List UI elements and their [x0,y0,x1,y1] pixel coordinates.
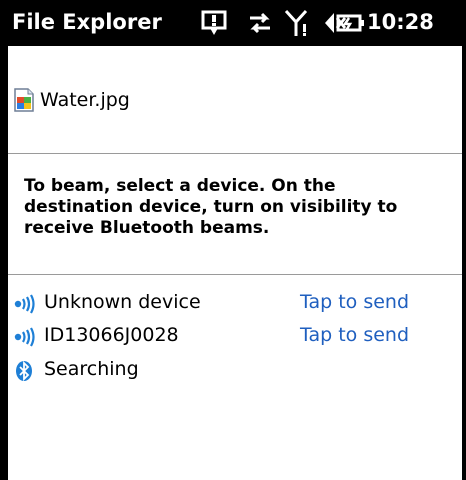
device-row-id13066j0028[interactable]: ID13066J0028 Tap to send [14,324,434,350]
divider [8,274,462,275]
device-name: ID13066J0028 [44,324,179,346]
image-file-icon [14,88,34,112]
signal-icon[interactable] [284,8,312,38]
searching-status: Searching [14,358,434,384]
app-title: File Explorer [12,10,162,34]
notification-icon[interactable] [200,8,228,38]
device-row-unknown-device[interactable]: Unknown device Tap to send [14,291,434,317]
file-name: Water.jpg [40,89,130,111]
clock: 10:28 [367,10,434,34]
battery-icon[interactable] [336,8,366,38]
title-bar: File Explorer 10:28 [0,0,466,46]
right-frame-edge [462,0,466,480]
bluetooth-icon [16,360,32,381]
searching-label: Searching [44,358,139,380]
file-item[interactable]: Water.jpg [14,86,130,114]
connectivity-icon[interactable] [246,8,274,38]
divider [8,153,462,154]
ir-beam-icon [14,294,35,314]
beam-instructions: To beam, select a device. On the destina… [24,176,398,238]
tap-to-send-link[interactable]: Tap to send [300,324,409,346]
ir-beam-icon [14,327,35,347]
left-frame-edge [0,0,8,480]
device-name: Unknown device [44,291,201,313]
tap-to-send-link[interactable]: Tap to send [300,291,409,313]
